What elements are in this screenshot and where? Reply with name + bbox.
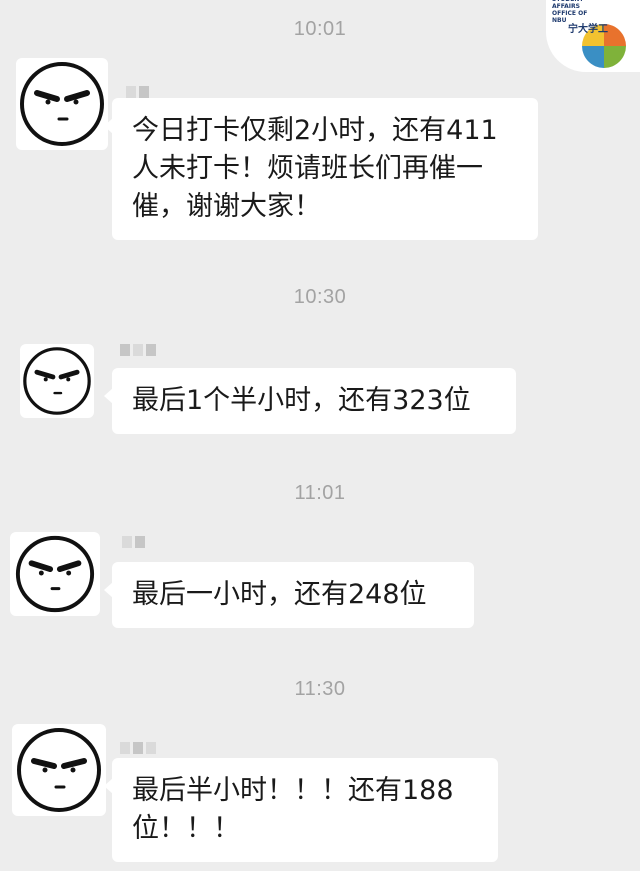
message-timestamp: 10:01 — [293, 18, 347, 40]
sender-avatar[interactable] — [10, 532, 100, 616]
message-bubble[interactable]: 最后半小时！！！还有188位！！！ — [104, 758, 498, 862]
message-text: 最后1个半小时，还有323位 — [132, 385, 471, 416]
message-text: 最后一小时，还有248位 — [132, 579, 427, 610]
chat-window: STUDENT AFFAIRS OFFICE OF NBU 宁大学工 10:01… — [0, 0, 640, 871]
message-bubble[interactable]: 最后一小时，还有248位 — [104, 562, 474, 628]
message-text: 最后半小时！！！还有188位！！！ — [132, 775, 454, 844]
sender-nickname-redacted — [126, 86, 149, 98]
face-avatar-icon — [15, 535, 95, 613]
face-avatar-icon — [17, 728, 101, 812]
sender-nickname-redacted — [120, 344, 156, 356]
face-avatar-icon — [20, 62, 104, 146]
sender-avatar[interactable] — [12, 724, 106, 816]
sender-nickname-redacted — [122, 536, 145, 548]
face-avatar-icon — [23, 347, 91, 415]
message-text: 今日打卡仅剩2小时，还有411人未打卡！烦请班长们再催一催，谢谢大家！ — [132, 115, 498, 222]
message-bubble[interactable]: 今日打卡仅剩2小时，还有411人未打卡！烦请班长们再催一催，谢谢大家！ — [104, 98, 538, 240]
sender-avatar[interactable] — [16, 58, 108, 150]
message-timestamp: 11:30 — [294, 678, 346, 700]
message-timestamp: 10:30 — [293, 286, 347, 308]
message-timestamp: 11:01 — [294, 482, 346, 504]
sender-nickname-redacted — [120, 742, 156, 754]
message-bubble[interactable]: 最后1个半小时，还有323位 — [104, 368, 516, 434]
sender-avatar[interactable] — [20, 344, 94, 418]
